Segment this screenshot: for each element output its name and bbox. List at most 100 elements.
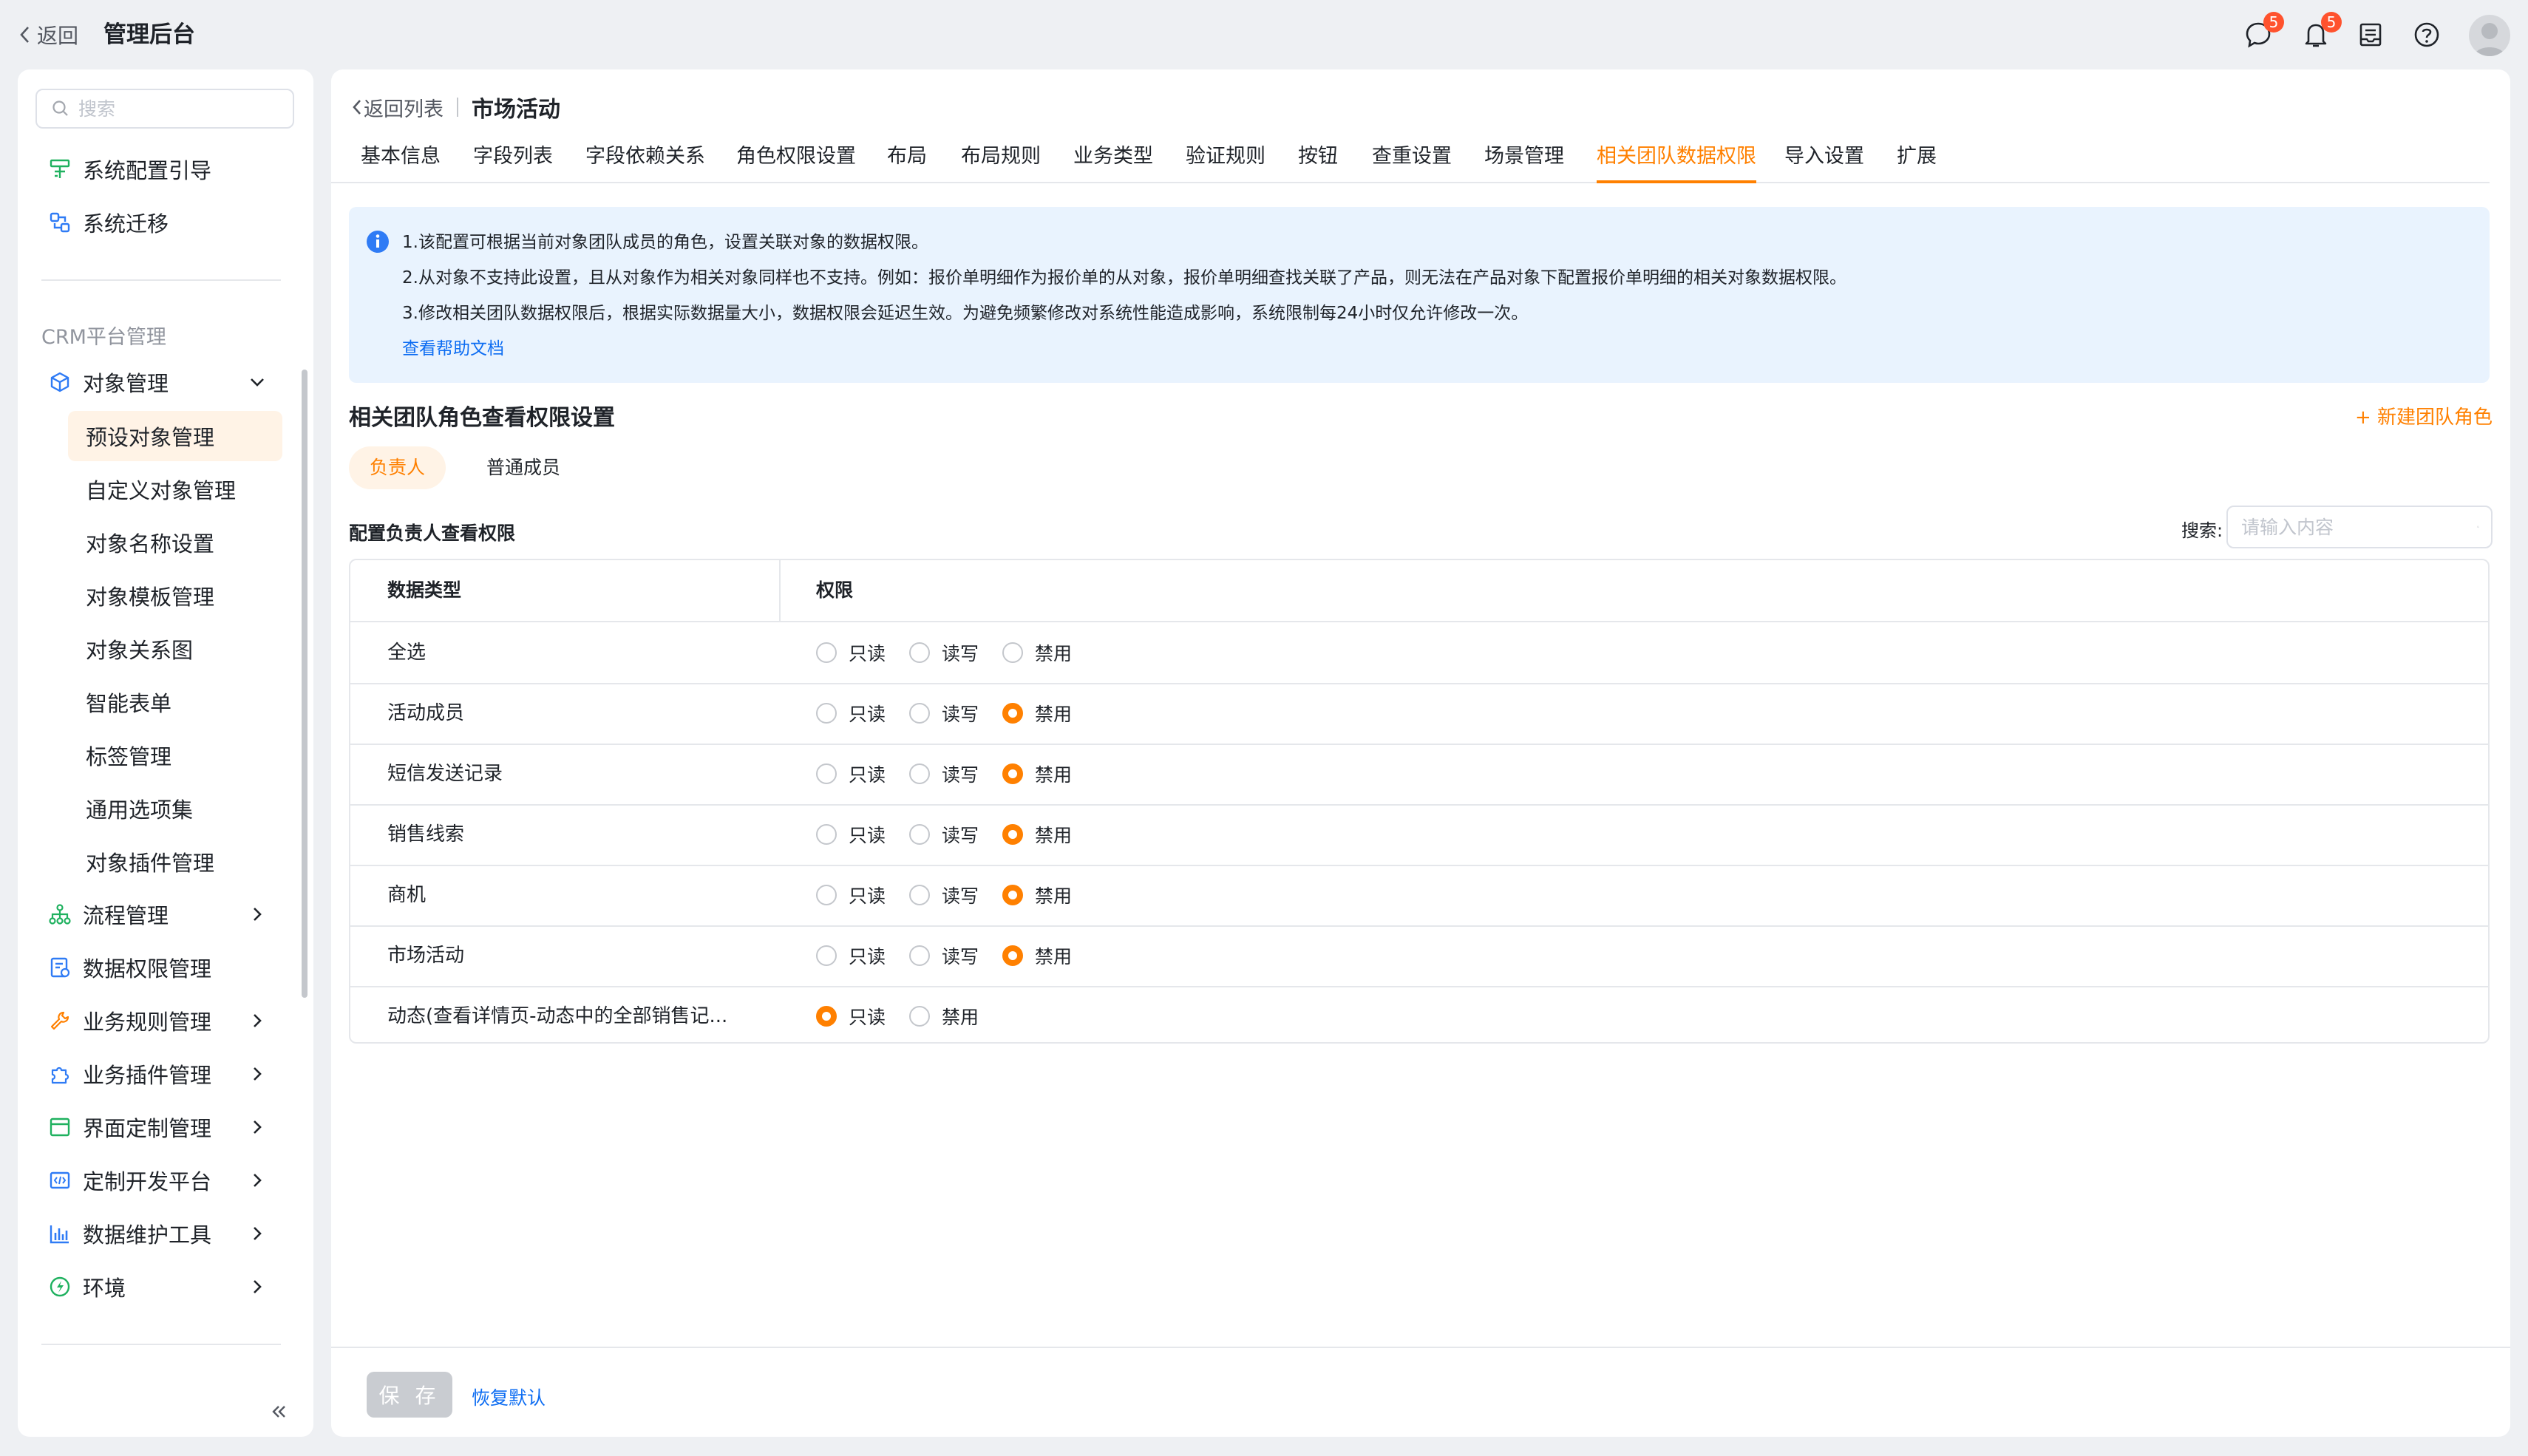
tab-duplicate-check[interactable]: 查重设置 [1372, 137, 1452, 182]
sidebar-item-dev-platform[interactable]: 定制开发平台 [18, 1157, 313, 1203]
sidebar-item-flow[interactable]: 流程管理 [18, 891, 313, 937]
permission-radio[interactable]: 只读 [816, 942, 886, 969]
tab-import-settings[interactable]: 导入设置 [1784, 137, 1864, 182]
permission-radio[interactable]: 读写 [909, 639, 979, 666]
tab-layout[interactable]: 布局 [887, 137, 927, 182]
permission-radio[interactable]: 禁用 [1002, 761, 1072, 787]
collapse-sidebar-button[interactable] [265, 1397, 294, 1426]
help-button[interactable] [2411, 19, 2442, 50]
sidebar-item-business-rules[interactable]: 业务规则管理 [18, 998, 313, 1044]
sidebar-item-environment[interactable]: 环境 [18, 1264, 313, 1310]
permission-radio[interactable]: 禁用 [1002, 942, 1072, 969]
tab-buttons[interactable]: 按钮 [1298, 137, 1338, 182]
sidebar-subitem-smart-forms[interactable]: 智能表单 [68, 677, 282, 727]
top-bar: 返回 管理后台 5 5 [0, 0, 2528, 69]
permission-radio[interactable]: 只读 [816, 1003, 886, 1030]
permission-search[interactable] [2226, 506, 2493, 548]
notification-button[interactable]: 5 [2300, 12, 2342, 50]
radio-circle[interactable] [909, 1006, 931, 1027]
radio-circle[interactable] [1002, 945, 1024, 966]
back-button[interactable]: 返回 [18, 19, 78, 50]
permission-radio[interactable]: 只读 [816, 700, 886, 727]
radio-circle[interactable] [816, 703, 837, 724]
back-to-list-link[interactable]: 返回列表 [350, 93, 444, 122]
notice-line-2: 2.从对象不支持此设置，且从对象作为相关对象同样也不支持。例如：报价单明细作为报… [402, 268, 1846, 288]
restore-default-link[interactable]: 恢复默认 [472, 1384, 546, 1410]
radio-circle[interactable] [909, 763, 931, 784]
role-tab-owner[interactable]: 负责人 [349, 446, 446, 489]
data-type-cell: 短信发送记录 [387, 763, 503, 785]
sidebar-subitem-tags[interactable]: 标签管理 [68, 730, 282, 780]
sidebar-item-ui-customization[interactable]: 界面定制管理 [18, 1104, 313, 1150]
tab-scene-management[interactable]: 场景管理 [1484, 137, 1564, 182]
radio-circle[interactable] [816, 1006, 837, 1027]
radio-circle[interactable] [816, 642, 837, 663]
radio-circle[interactable] [909, 642, 931, 663]
sidebar-subitem-option-sets[interactable]: 通用选项集 [68, 783, 282, 834]
sidebar-item-business-plugins[interactable]: 业务插件管理 [18, 1051, 313, 1097]
tab-team-data-permissions[interactable]: 相关团队数据权限 [1597, 137, 1756, 183]
tab-field-list[interactable]: 字段列表 [473, 137, 553, 182]
radio-label: 读写 [942, 885, 979, 907]
permission-radio[interactable]: 读写 [909, 942, 979, 969]
tab-role-permissions[interactable]: 角色权限设置 [736, 137, 856, 182]
sidebar-scrollbar[interactable] [302, 370, 307, 998]
sidebar-search[interactable] [35, 89, 294, 129]
radio-circle[interactable] [909, 885, 931, 905]
radio-circle[interactable] [816, 763, 837, 784]
radio-circle[interactable] [1002, 824, 1024, 845]
avatar[interactable] [2469, 15, 2510, 56]
radio-label: 禁用 [1035, 764, 1073, 786]
message-button[interactable]: 5 [2243, 12, 2284, 50]
tab-layout-rules[interactable]: 布局规则 [961, 137, 1041, 182]
permission-radio[interactable]: 读写 [909, 700, 979, 727]
tab-extensions[interactable]: 扩展 [1897, 137, 1937, 182]
permission-radio[interactable]: 只读 [816, 821, 886, 848]
radio-circle[interactable] [1002, 642, 1024, 663]
permission-radio[interactable]: 只读 [816, 639, 886, 666]
sidebar-subitem-object-templates[interactable]: 对象模板管理 [68, 571, 282, 621]
permission-radio[interactable]: 读写 [909, 882, 979, 908]
permission-radio-group: 只读 读写 禁用 [816, 865, 1095, 925]
radio-circle[interactable] [816, 885, 837, 905]
radio-circle[interactable] [909, 703, 931, 724]
radio-circle[interactable] [816, 945, 837, 966]
permission-radio[interactable]: 禁用 [909, 1003, 979, 1030]
sidebar-subitem-object-names[interactable]: 对象名称设置 [68, 517, 282, 568]
sidebar-subitem-custom-objects[interactable]: 自定义对象管理 [68, 464, 282, 514]
new-team-role-button[interactable]: + 新建团队角色 [2355, 402, 2493, 429]
radio-circle[interactable] [1002, 703, 1024, 724]
radio-circle[interactable] [909, 824, 931, 845]
sidebar-item-data-permission[interactable]: 数据权限管理 [18, 945, 313, 990]
permission-radio[interactable]: 只读 [816, 761, 886, 787]
permission-radio[interactable]: 禁用 [1002, 882, 1072, 908]
task-button[interactable] [2355, 19, 2386, 50]
radio-circle[interactable] [909, 945, 931, 966]
sidebar-item-data-maintenance[interactable]: 数据维护工具 [18, 1211, 313, 1256]
permission-radio[interactable]: 只读 [816, 882, 886, 908]
role-tab-member[interactable]: 普通成员 [466, 446, 581, 489]
sidebar-item-migration[interactable]: 系统迁移 [18, 200, 313, 245]
sidebar-item-config-guide[interactable]: 系统配置引导 [18, 146, 313, 192]
permission-radio[interactable]: 读写 [909, 761, 979, 787]
save-button[interactable]: 保 存 [367, 1372, 452, 1418]
permission-radio[interactable]: 读写 [909, 821, 979, 848]
permission-radio[interactable]: 禁用 [1002, 821, 1072, 848]
sidebar-subitem-object-plugins[interactable]: 对象插件管理 [68, 837, 282, 887]
radio-circle[interactable] [1002, 885, 1024, 905]
tab-business-types[interactable]: 业务类型 [1073, 137, 1153, 182]
help-doc-link[interactable]: 查看帮助文档 [402, 334, 504, 359]
radio-label: 只读 [849, 1007, 886, 1028]
radio-circle[interactable] [816, 824, 837, 845]
permission-radio[interactable]: 禁用 [1002, 639, 1072, 666]
sidebar-item-object-management[interactable]: 对象管理 [18, 359, 313, 405]
tab-field-dependencies[interactable]: 字段依赖关系 [585, 137, 705, 182]
radio-circle[interactable] [1002, 763, 1024, 784]
tab-validation-rules[interactable]: 验证规则 [1186, 137, 1265, 182]
sidebar-search-input[interactable] [77, 97, 265, 120]
tab-basic-info[interactable]: 基本信息 [361, 137, 441, 182]
permission-radio[interactable]: 禁用 [1002, 700, 1072, 727]
sidebar-subitem-preset-objects[interactable]: 预设对象管理 [68, 411, 282, 461]
sidebar-subitem-object-relations[interactable]: 对象关系图 [68, 624, 282, 674]
permission-search-input[interactable] [2240, 515, 2477, 539]
